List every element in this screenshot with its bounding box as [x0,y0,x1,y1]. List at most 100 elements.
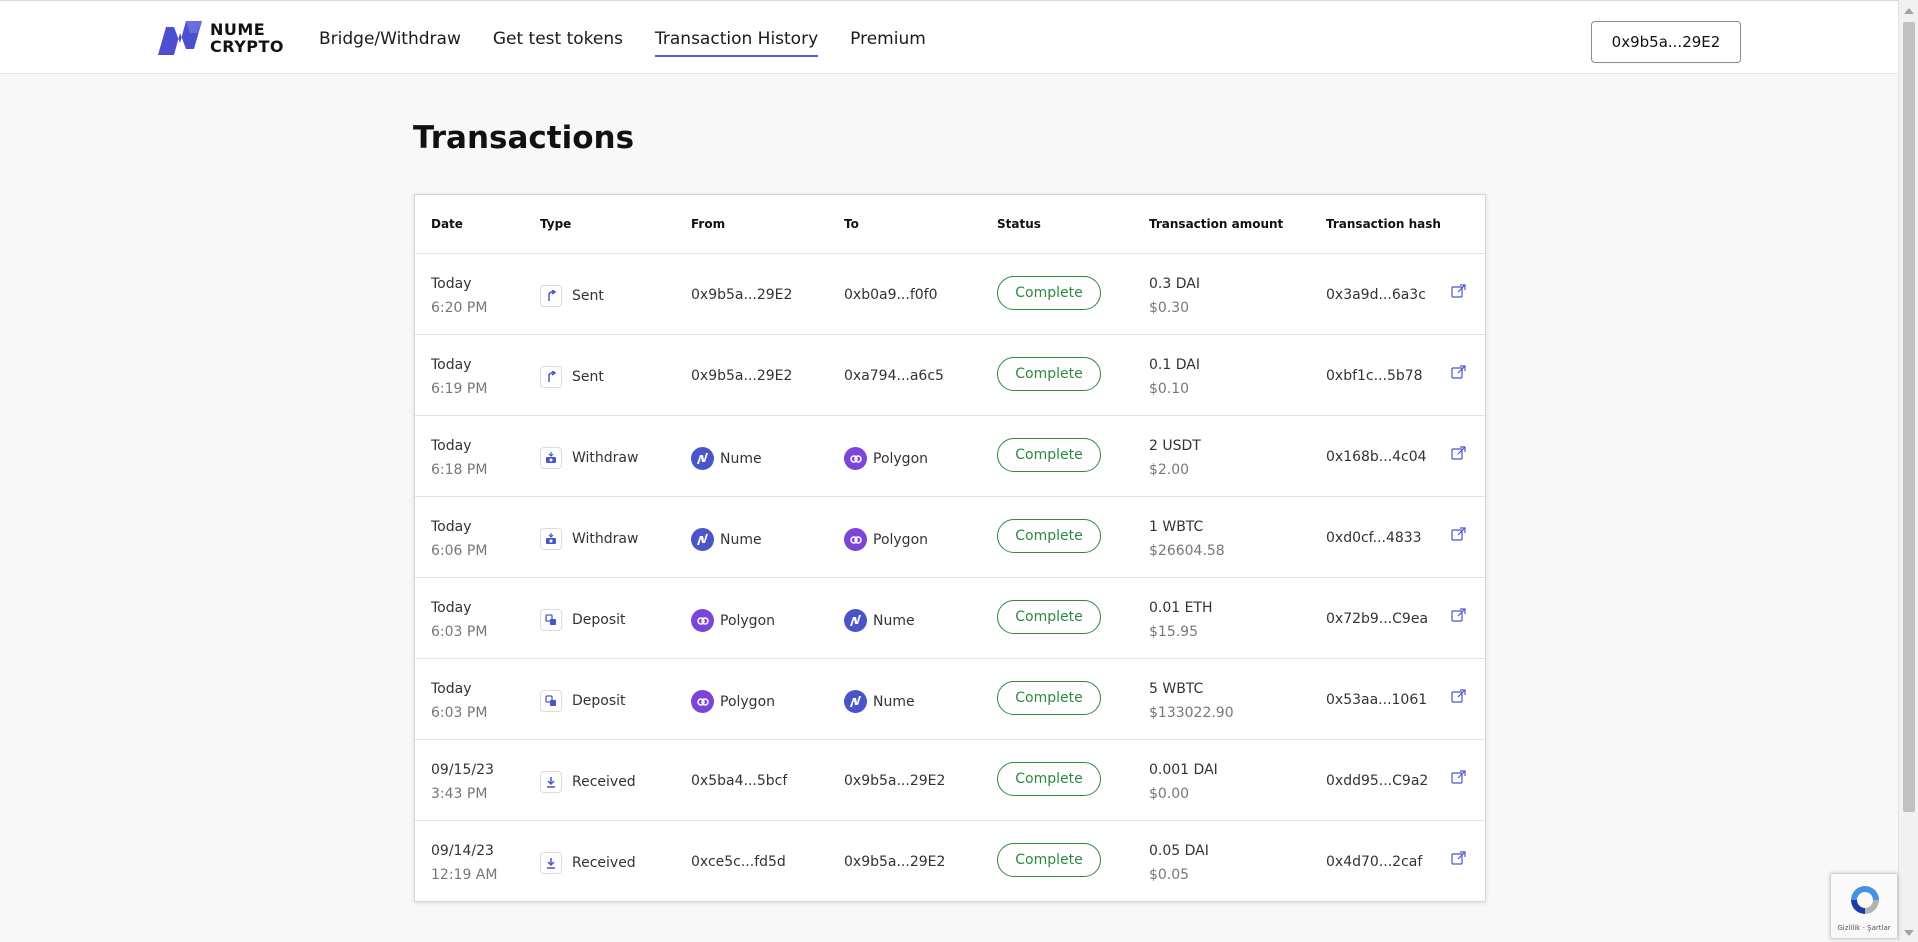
hash-value[interactable]: 0xd0cf...4833 [1326,530,1422,546]
hash-value[interactable]: 0xbf1c...5b78 [1326,368,1423,384]
type-value: Sent [572,369,604,385]
external-link-icon[interactable] [1450,687,1468,705]
nav-premium[interactable]: Premium [850,29,926,57]
scroll-down-arrow-icon[interactable] [1904,930,1914,936]
withdraw-icon [540,528,562,550]
to-value: Nume [873,693,915,710]
amount-value: 2 USDT [1149,438,1201,454]
from-cell: 0x9b5a...29E2 [691,285,792,305]
from-cell: 0xce5c...fd5d [691,852,786,872]
column-header-type: Type [540,217,572,231]
status-badge: Complete [997,357,1101,391]
external-link-icon[interactable] [1450,282,1468,300]
to-value: 0xa794...a6c5 [844,368,944,384]
hash-value[interactable]: 0x4d70...2caf [1326,854,1422,870]
amount-value: 0.1 DAI [1149,357,1200,373]
time-value: 6:19 PM [431,381,488,397]
usd-value: $2.00 [1149,462,1190,478]
nav-transaction-history[interactable]: Transaction History [655,29,819,57]
type-cell: Received [540,852,636,874]
to-cell: 0x9b5a...29E2 [844,771,945,791]
from-value: 0x9b5a...29E2 [691,287,793,303]
external-link-icon[interactable] [1450,606,1468,624]
nav-bridge-withdraw[interactable]: Bridge/Withdraw [319,29,461,57]
external-link-icon[interactable] [1450,768,1468,786]
hash-value[interactable]: 0xdd95...C9a2 [1326,773,1428,789]
type-cell: Sent [540,285,604,307]
hash-value[interactable]: 0x3a9d...6a3c [1326,287,1426,303]
send-arrow-icon [540,285,562,307]
external-link-icon[interactable] [1450,363,1468,381]
date-cell: Today 6:06 PM [431,515,487,563]
status-badge: Complete [997,438,1101,472]
scroll-up-arrow-icon[interactable] [1904,8,1914,14]
to-cell: 0xa794...a6c5 [844,366,944,386]
status-cell: Complete [997,357,1101,391]
column-header-from: From [691,217,726,231]
from-value: 0x5ba4...5bcf [691,773,788,789]
date-cell: 09/15/23 3:43 PM [431,758,494,806]
status-badge: Complete [997,600,1101,634]
status-badge: Complete [997,762,1101,796]
usd-value: $0.30 [1149,300,1190,316]
status-badge: Complete [997,681,1101,715]
amount-value: 5 WBTC [1149,681,1204,697]
date-value: 09/14/23 [431,843,494,859]
recaptcha-badge[interactable]: Gizlilik - Şartlar [1830,873,1898,939]
usd-value: $0.00 [1149,786,1190,802]
nume-crypto-logo[interactable]: NUME CRYPTO [156,19,284,57]
type-value: Withdraw [572,531,639,547]
hash-value[interactable]: 0x168b...4c04 [1326,449,1427,465]
amount-value: 0.05 DAI [1149,843,1209,859]
logo-text: NUME CRYPTO [210,21,284,55]
status-badge: Complete [997,843,1101,877]
usd-value: $15.95 [1149,624,1198,640]
table-row: Today 6:18 PM Withdraw Nume Polygon Complete 2… [415,416,1485,497]
status-cell: Complete [997,843,1101,877]
type-value: Deposit [572,612,626,628]
time-value: 6:03 PM [431,624,488,640]
date-value: 09/15/23 [431,762,494,778]
from-cell: Polygon [691,690,775,713]
external-link-icon[interactable] [1450,849,1468,867]
date-value: Today [431,357,472,373]
hash-cell: 0xdd95...C9a2 [1326,771,1428,791]
type-cell: Deposit [540,690,626,712]
status-cell: Complete [997,276,1101,310]
to-value: 0xb0a9...f0f0 [844,287,938,303]
wallet-address-button[interactable]: 0x9b5a...29E2 [1591,21,1741,63]
from-value: 0x9b5a...29E2 [691,368,793,384]
from-value: Polygon [720,612,776,629]
to-cell: Nume [844,690,915,713]
table-row: 09/14/23 12:19 AM Received 0xce5c...fd5d 0x9… [415,821,1485,902]
amount-value: 1 WBTC [1149,519,1204,535]
scrollbar-thumb[interactable] [1903,22,1915,812]
from-cell: Nume [691,447,762,470]
page-scrollbar[interactable] [1898,0,1918,942]
to-cell: 0x9b5a...29E2 [844,852,945,872]
to-cell: Polygon [844,447,928,470]
recaptcha-privacy-terms[interactable]: Gizlilik - Şartlar [1831,924,1897,932]
usd-value: $26604.58 [1149,543,1225,559]
table-row: Today 6:03 PM Deposit Polygon Nume Complete 0.… [415,578,1485,659]
amount-value: 0.3 DAI [1149,276,1200,292]
receive-arrow-icon [540,771,562,793]
polygon-chain-icon [691,609,714,632]
table-row: 09/15/23 3:43 PM Received 0x5ba4...5bcf 0x9b… [415,740,1485,821]
nav-get-test-tokens[interactable]: Get test tokens [493,29,623,57]
to-cell: Nume [844,609,915,632]
hash-value[interactable]: 0x53aa...1061 [1326,692,1427,708]
to-value: Polygon [873,450,929,467]
transactions-table: Date Type From To Status Transaction amo… [414,194,1486,902]
logo-line-2: CRYPTO [210,37,285,56]
table-row: Today 6:03 PM Deposit Polygon Nume Complete 5 … [415,659,1485,740]
hash-value[interactable]: 0x72b9...C9ea [1326,611,1428,627]
nume-chain-icon [691,528,714,551]
time-value: 6:18 PM [431,462,488,478]
amount-cell: 1 WBTC $26604.58 [1149,515,1225,563]
external-link-icon[interactable] [1450,444,1468,462]
time-value: 12:19 AM [431,867,498,883]
from-cell: 0x5ba4...5bcf [691,771,787,791]
column-header-to: To [844,217,859,231]
external-link-icon[interactable] [1450,525,1468,543]
